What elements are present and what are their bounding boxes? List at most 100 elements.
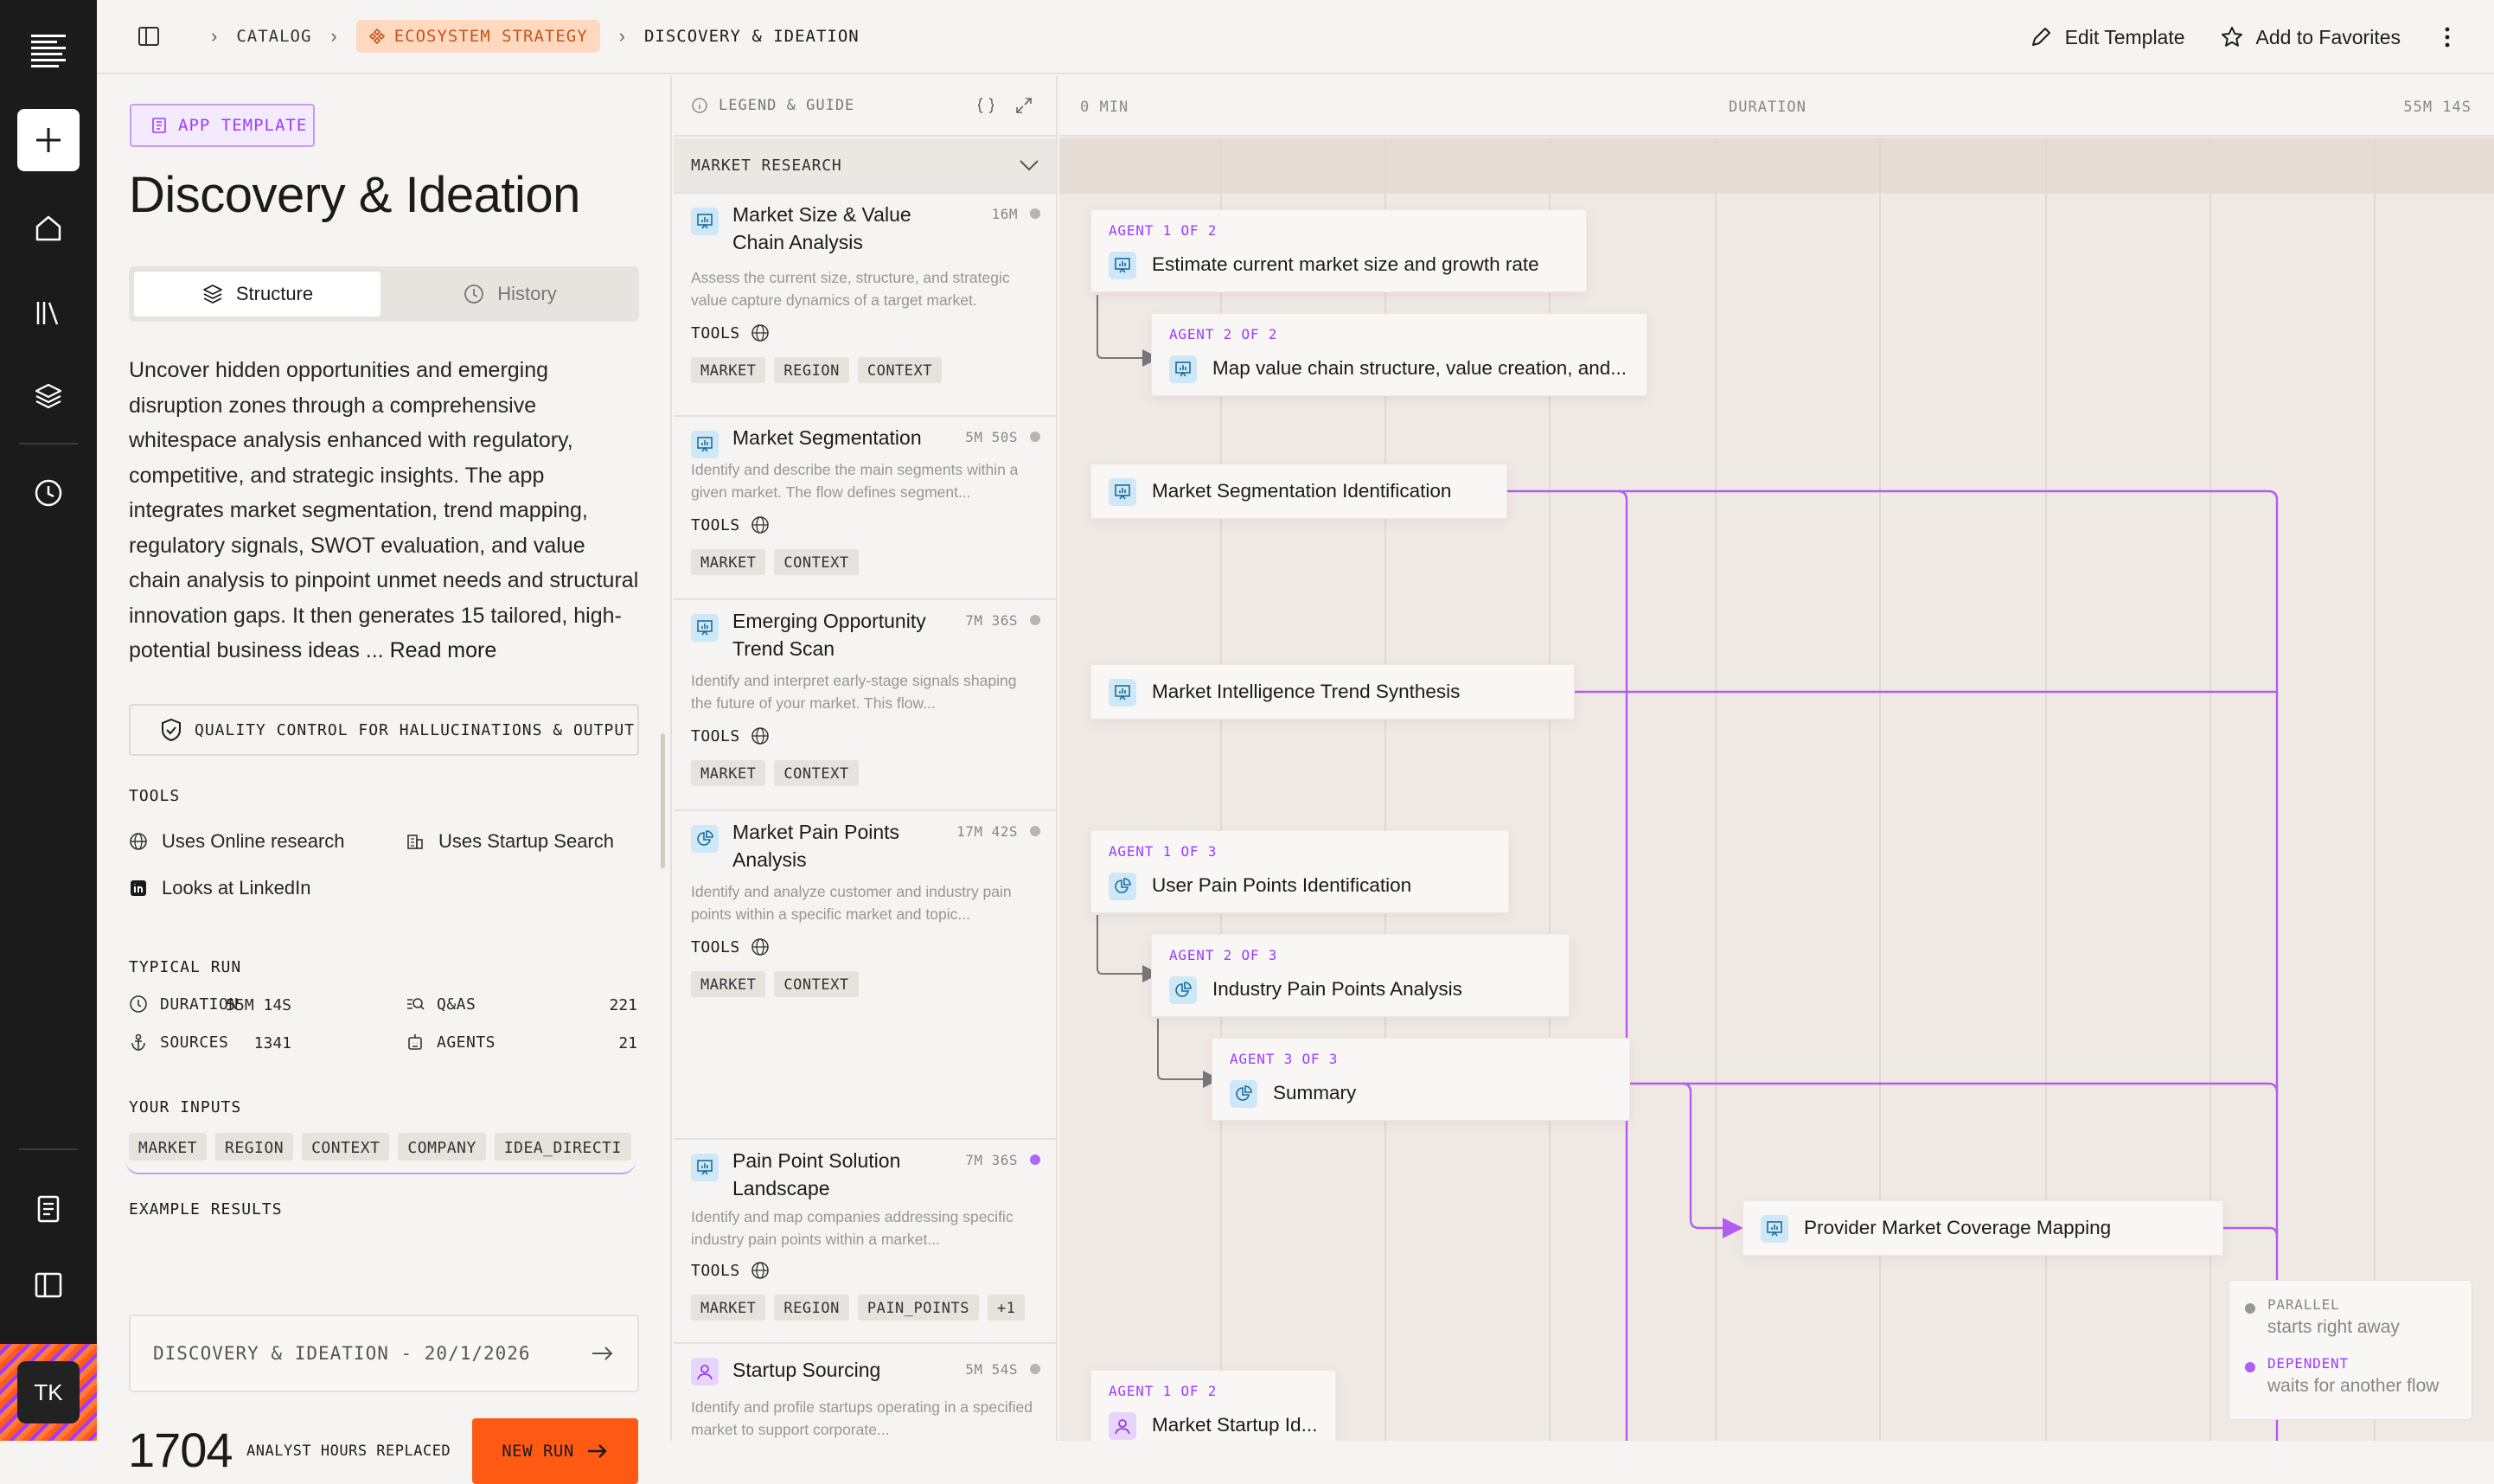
flow-card[interactable]: Market Segmentation 5M 50S Identify and … [674, 419, 1056, 600]
search-list-icon [407, 998, 425, 1010]
flow-inputs: MARKET CONTEXT [691, 760, 859, 786]
flow-title: Market Segmentation [732, 426, 922, 449]
flow-card[interactable]: Startup Sourcing 5M 54S Identify and pro… [674, 1346, 1056, 1441]
panel-resize-handle[interactable] [661, 733, 665, 868]
menu-logo-icon[interactable] [17, 19, 80, 81]
stat-agents: AGENTS [406, 1033, 496, 1052]
input-chip: CONTEXT [302, 1133, 390, 1161]
timeline-node[interactable]: AGENT 1 OF 3 User Pain Points Identifica… [1090, 830, 1509, 913]
new-run-button[interactable]: NEW RUN [472, 1418, 638, 1484]
tool-label: Uses Online research [162, 830, 345, 852]
app-rail: TK [0, 0, 97, 1441]
flow-description: Identify and map companies addressing sp… [691, 1208, 1014, 1248]
timeline-node[interactable]: Market Intelligence Trend Synthesis [1090, 664, 1575, 720]
flow-card[interactable]: Market Size & Value Chain Analysis 16M A… [674, 195, 1056, 417]
stat-label: Q&AS [437, 995, 476, 1014]
node-label: Estimate current market size and growth … [1152, 253, 1539, 275]
clock-icon [130, 995, 147, 1013]
pie-chart-icon [1109, 873, 1136, 900]
tool-label: Looks at LinkedIn [162, 877, 311, 899]
node-label: User Pain Points Identification [1152, 874, 1412, 896]
flow-card[interactable]: Market Pain Points Analysis 17M 42S Iden… [674, 813, 1056, 1140]
timeline-node[interactable]: Market Segmentation Identification [1090, 464, 1507, 519]
status-dot [1030, 432, 1040, 442]
timeline-node[interactable]: AGENT 2 OF 2 Map value chain structure, … [1151, 313, 1647, 396]
layers-icon[interactable] [17, 365, 80, 427]
flow-duration: 16M [991, 206, 1018, 222]
anchor-icon [131, 1033, 145, 1051]
arrow-right-icon [587, 1444, 607, 1458]
legend-dot [2245, 1303, 2255, 1314]
timeline-node[interactable]: AGENT 2 OF 3 Industry Pain Points Analys… [1151, 934, 1570, 1017]
stat-value: 55M 14S [226, 996, 291, 1014]
input-chip: MARKET [691, 760, 766, 786]
flow-title: Emerging Opportunity Trend Scan [732, 610, 926, 660]
stat-qas: Q&AS [406, 995, 476, 1014]
input-chip: MARKET [691, 1295, 766, 1321]
home-icon[interactable] [17, 197, 80, 259]
expand-icon[interactable] [1014, 96, 1033, 115]
new-button[interactable] [17, 109, 80, 171]
timeline-node[interactable]: Provider Market Coverage Mapping [1743, 1200, 2223, 1256]
tab-history[interactable]: History [387, 272, 633, 317]
stat-value: 221 [609, 996, 637, 1014]
flow-duration: 7M 36S [965, 1152, 1018, 1168]
tools-heading: TOOLS [129, 787, 181, 805]
badge-label: APP TEMPLATE [178, 116, 308, 135]
library-icon[interactable] [17, 282, 80, 344]
avatar[interactable]: TK [17, 1361, 80, 1423]
flow-inputs: MARKET REGION PAIN_POINTS +1 [691, 1295, 1026, 1321]
input-chip: COMPANY [398, 1133, 486, 1161]
read-more-link[interactable]: Read more [390, 638, 497, 662]
page-title: Discovery & Ideation [129, 167, 580, 223]
add-to-favorites-button[interactable]: Add to Favorites [2220, 25, 2401, 49]
panel-icon[interactable] [17, 1254, 80, 1316]
tools-label: TOOLS [691, 515, 740, 534]
braces-icon[interactable] [976, 96, 995, 115]
notes-icon[interactable] [17, 1178, 80, 1240]
quality-control-button[interactable]: QUALITY CONTROL FOR HALLUCINATIONS & OUT… [129, 704, 639, 756]
legend-guide-header: LEGEND & GUIDE [674, 76, 1056, 137]
timeline-node[interactable]: AGENT 1 OF 2 Estimate current market siz… [1090, 209, 1587, 292]
breadcrumb-ecosystem-strategy[interactable]: ECOSYSTEM STRATEGY [355, 20, 600, 53]
quality-control-label: QUALITY CONTROL FOR HALLUCINATIONS & OUT… [195, 720, 635, 739]
rail-divider [19, 1148, 78, 1150]
breadcrumb-catalog[interactable]: CATALOG [236, 27, 311, 46]
input-chip: CONTEXT [774, 549, 859, 575]
timeline-node[interactable]: AGENT 3 OF 3 Summary [1212, 1038, 1630, 1121]
legend-guide-label[interactable]: LEGEND & GUIDE [719, 97, 854, 114]
timeline-canvas[interactable]: 0 MIN DURATION 55M 14S AGENT 1 OF 2 Esti… [1059, 76, 2494, 1441]
legend-desc: waits for another flow [2267, 1376, 2440, 1396]
timeline-legend: PARALLEL starts right away DEPENDENT wai… [2229, 1280, 2472, 1420]
flow-card[interactable]: Emerging Opportunity Trend Scan 7M 36S I… [674, 602, 1056, 811]
inputs-list[interactable]: MARKET REGION CONTEXT COMPANY IDEA_DIREC… [125, 1133, 636, 1174]
globe-icon [751, 727, 769, 745]
flow-card[interactable]: Pain Point Solution Landscape 7M 36S Ide… [674, 1142, 1056, 1344]
timeline-node[interactable]: AGENT 1 OF 2 Market Startup Id... [1090, 1370, 1336, 1441]
tab-structure[interactable]: Structure [134, 272, 380, 317]
node-label: Market Startup Id... [1152, 1414, 1318, 1436]
flow-duration: 5M 50S [965, 429, 1018, 445]
document-icon [152, 118, 166, 133]
chevron-right-icon: › [618, 25, 625, 47]
more-menu-icon[interactable] [2444, 26, 2451, 48]
globe-icon [751, 1262, 769, 1279]
clock-icon[interactable] [17, 462, 80, 524]
edit-template-label: Edit Template [2064, 25, 2185, 48]
shield-check-icon [162, 718, 181, 742]
presentation-chart-icon [1169, 355, 1197, 383]
input-chip: PAIN_POINTS [857, 1295, 979, 1321]
globe-icon [751, 938, 769, 956]
example-result-link[interactable]: DISCOVERY & IDEATION - 20/1/2026 [129, 1314, 639, 1392]
edit-template-button[interactable]: Edit Template [2029, 25, 2185, 49]
input-chip: CONTEXT [774, 760, 859, 786]
group-market-research[interactable]: MARKET RESEARCH [674, 138, 1056, 194]
node-label: Provider Market Coverage Mapping [1804, 1217, 2112, 1238]
flow-description: Identify and profile startups operating … [691, 1398, 1033, 1438]
flow-inputs: MARKET CONTEXT [691, 549, 859, 575]
flow-description: Identify and interpret early-stage signa… [691, 672, 1017, 712]
node-label: Market Intelligence Trend Synthesis [1152, 681, 1461, 702]
pie-chart-icon [1169, 976, 1197, 1004]
sidebar-toggle-icon[interactable] [137, 24, 161, 48]
template-description: Uncover hidden opportunities and emergin… [129, 353, 639, 668]
